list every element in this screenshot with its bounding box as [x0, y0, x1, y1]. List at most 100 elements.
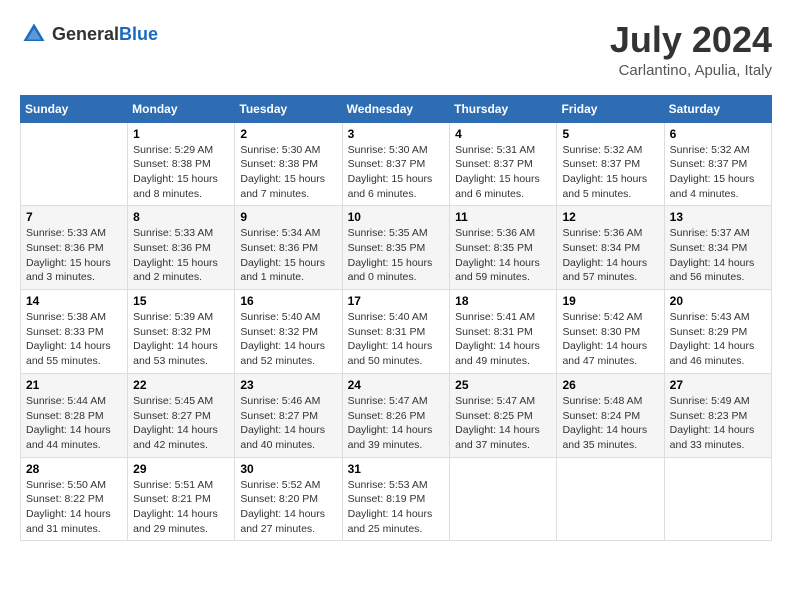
day-info: Sunrise: 5:30 AM Sunset: 8:37 PM Dayligh… — [348, 143, 445, 202]
day-info: Sunrise: 5:44 AM Sunset: 8:28 PM Dayligh… — [26, 394, 122, 453]
day-number: 22 — [133, 378, 229, 392]
calendar-cell: 25Sunrise: 5:47 AM Sunset: 8:25 PM Dayli… — [450, 373, 557, 457]
calendar-week-row: 7Sunrise: 5:33 AM Sunset: 8:36 PM Daylig… — [21, 206, 772, 290]
calendar-cell: 31 Sunrise: 5:53 AM Sunset: 8:19 PM Dayli… — [342, 457, 450, 541]
day-info: Sunrise: 5:46 AM Sunset: 8:27 PM Dayligh… — [240, 394, 336, 453]
calendar-week-row: 28Sunrise: 5:50 AM Sunset: 8:22 PM Dayli… — [21, 457, 772, 541]
calendar-cell — [450, 457, 557, 541]
calendar-cell: 20Sunrise: 5:43 AM Sunset: 8:29 PM Dayli… — [664, 290, 771, 374]
day-info: Sunrise: 5:53 AM Sunset: 8:19 PM Dayligh… — [348, 478, 445, 537]
day-info: Sunrise: 5:47 AM Sunset: 8:26 PM Dayligh… — [348, 394, 445, 453]
calendar-cell — [21, 122, 128, 206]
day-number: 12 — [562, 210, 658, 224]
calendar-week-row: 21 Sunrise: 5:44 AM Sunset: 8:28 PM Dayli… — [21, 373, 772, 457]
day-info: Sunrise: 5:35 AM Sunset: 8:35 PM Dayligh… — [348, 226, 445, 285]
day-number: 31 — [348, 462, 445, 476]
col-header-sunday: Sunday — [21, 95, 128, 122]
day-number: 19 — [562, 294, 658, 308]
day-number: 5 — [562, 127, 658, 141]
col-header-monday: Monday — [128, 95, 235, 122]
day-info: Sunrise: 5:32 AM Sunset: 8:37 PM Dayligh… — [562, 143, 658, 202]
calendar-cell: 12 Sunrise: 5:36 AM Sunset: 8:34 PM Dayli… — [557, 206, 664, 290]
day-number: 13 — [670, 210, 766, 224]
calendar-week-row: 14 Sunrise: 5:38 AM Sunset: 8:33 PM Dayli… — [21, 290, 772, 374]
day-number: 4 — [455, 127, 551, 141]
calendar-cell: 2 Sunrise: 5:30 AM Sunset: 8:38 PM Daylig… — [235, 122, 342, 206]
day-number: 24 — [348, 378, 445, 392]
calendar-cell: 8 Sunrise: 5:33 AM Sunset: 8:36 PM Daylig… — [128, 206, 235, 290]
calendar-cell: 14 Sunrise: 5:38 AM Sunset: 8:33 PM Dayli… — [21, 290, 128, 374]
day-info: Sunrise: 5:39 AM Sunset: 8:32 PM Dayligh… — [133, 310, 229, 369]
col-header-saturday: Saturday — [664, 95, 771, 122]
day-info: Sunrise: 5:51 AM Sunset: 8:21 PM Dayligh… — [133, 478, 229, 537]
day-number: 27 — [670, 378, 766, 392]
day-info: Sunrise: 5:41 AM Sunset: 8:31 PM Dayligh… — [455, 310, 551, 369]
calendar-cell: 6 Sunrise: 5:32 AM Sunset: 8:37 PM Daylig… — [664, 122, 771, 206]
calendar-cell: 19 Sunrise: 5:42 AM Sunset: 8:30 PM Dayli… — [557, 290, 664, 374]
day-info: Sunrise: 5:49 AM Sunset: 8:23 PM Dayligh… — [670, 394, 766, 453]
day-number: 9 — [240, 210, 336, 224]
day-info: Sunrise: 5:40 AM Sunset: 8:31 PM Dayligh… — [348, 310, 445, 369]
day-info: Sunrise: 5:38 AM Sunset: 8:33 PM Dayligh… — [26, 310, 122, 369]
calendar-cell: 15 Sunrise: 5:39 AM Sunset: 8:32 PM Dayli… — [128, 290, 235, 374]
day-number: 14 — [26, 294, 122, 308]
calendar-cell: 24 Sunrise: 5:47 AM Sunset: 8:26 PM Dayli… — [342, 373, 450, 457]
calendar-cell: 13 Sunrise: 5:37 AM Sunset: 8:34 PM Dayli… — [664, 206, 771, 290]
logo-text-general: General — [52, 24, 119, 44]
day-number: 30 — [240, 462, 336, 476]
day-number: 21 — [26, 378, 122, 392]
day-info: Sunrise: 5:36 AM Sunset: 8:34 PM Dayligh… — [562, 226, 658, 285]
day-info: Sunrise: 5:37 AM Sunset: 8:34 PM Dayligh… — [670, 226, 766, 285]
calendar-cell: 27 Sunrise: 5:49 AM Sunset: 8:23 PM Dayli… — [664, 373, 771, 457]
calendar-cell: 18 Sunrise: 5:41 AM Sunset: 8:31 PM Dayli… — [450, 290, 557, 374]
day-info: Sunrise: 5:45 AM Sunset: 8:27 PM Dayligh… — [133, 394, 229, 453]
day-number: 26 — [562, 378, 658, 392]
day-info: Sunrise: 5:29 AM Sunset: 8:38 PM Dayligh… — [133, 143, 229, 202]
col-header-tuesday: Tuesday — [235, 95, 342, 122]
calendar-cell: 5 Sunrise: 5:32 AM Sunset: 8:37 PM Daylig… — [557, 122, 664, 206]
day-info: Sunrise: 5:47 AM Sunset: 8:25 PM Dayligh… — [455, 394, 551, 453]
col-header-wednesday: Wednesday — [342, 95, 450, 122]
calendar-week-row: 1 Sunrise: 5:29 AM Sunset: 8:38 PM Daylig… — [21, 122, 772, 206]
calendar-cell: 28Sunrise: 5:50 AM Sunset: 8:22 PM Dayli… — [21, 457, 128, 541]
day-number: 8 — [133, 210, 229, 224]
month-year-title: July 2024 — [610, 20, 772, 60]
col-header-friday: Friday — [557, 95, 664, 122]
col-header-thursday: Thursday — [450, 95, 557, 122]
day-info: Sunrise: 5:36 AM Sunset: 8:35 PM Dayligh… — [455, 226, 551, 285]
day-number: 6 — [670, 127, 766, 141]
day-number: 18 — [455, 294, 551, 308]
day-info: Sunrise: 5:33 AM Sunset: 8:36 PM Dayligh… — [133, 226, 229, 285]
calendar-cell: 26Sunrise: 5:48 AM Sunset: 8:24 PM Dayli… — [557, 373, 664, 457]
day-info: Sunrise: 5:50 AM Sunset: 8:22 PM Dayligh… — [26, 478, 122, 537]
day-info: Sunrise: 5:42 AM Sunset: 8:30 PM Dayligh… — [562, 310, 658, 369]
calendar-cell: 29Sunrise: 5:51 AM Sunset: 8:21 PM Dayli… — [128, 457, 235, 541]
calendar-cell: 11 Sunrise: 5:36 AM Sunset: 8:35 PM Dayli… — [450, 206, 557, 290]
day-info: Sunrise: 5:30 AM Sunset: 8:38 PM Dayligh… — [240, 143, 336, 202]
day-number: 2 — [240, 127, 336, 141]
calendar-cell: 16Sunrise: 5:40 AM Sunset: 8:32 PM Dayli… — [235, 290, 342, 374]
calendar-cell: 3Sunrise: 5:30 AM Sunset: 8:37 PM Daylig… — [342, 122, 450, 206]
logo-text-blue: Blue — [119, 24, 158, 44]
day-number: 11 — [455, 210, 551, 224]
day-info: Sunrise: 5:40 AM Sunset: 8:32 PM Dayligh… — [240, 310, 336, 369]
calendar-cell: 21 Sunrise: 5:44 AM Sunset: 8:28 PM Dayli… — [21, 373, 128, 457]
day-number: 1 — [133, 127, 229, 141]
calendar-cell — [664, 457, 771, 541]
day-info: Sunrise: 5:52 AM Sunset: 8:20 PM Dayligh… — [240, 478, 336, 537]
title-block: July 2024 Carlantino, Apulia, Italy — [610, 20, 772, 79]
day-info: Sunrise: 5:34 AM Sunset: 8:36 PM Dayligh… — [240, 226, 336, 285]
calendar-cell: 9 Sunrise: 5:34 AM Sunset: 8:36 PM Daylig… — [235, 206, 342, 290]
day-number: 17 — [348, 294, 445, 308]
page-header: GeneralBlue July 2024 Carlantino, Apulia… — [20, 20, 772, 79]
day-info: Sunrise: 5:32 AM Sunset: 8:37 PM Dayligh… — [670, 143, 766, 202]
day-info: Sunrise: 5:31 AM Sunset: 8:37 PM Dayligh… — [455, 143, 551, 202]
calendar-cell: 30 Sunrise: 5:52 AM Sunset: 8:20 PM Dayli… — [235, 457, 342, 541]
day-info: Sunrise: 5:43 AM Sunset: 8:29 PM Dayligh… — [670, 310, 766, 369]
calendar-cell: 10Sunrise: 5:35 AM Sunset: 8:35 PM Dayli… — [342, 206, 450, 290]
calendar-header-row: SundayMondayTuesdayWednesdayThursdayFrid… — [21, 95, 772, 122]
calendar-cell: 7Sunrise: 5:33 AM Sunset: 8:36 PM Daylig… — [21, 206, 128, 290]
day-number: 23 — [240, 378, 336, 392]
day-number: 15 — [133, 294, 229, 308]
calendar-cell: 4 Sunrise: 5:31 AM Sunset: 8:37 PM Daylig… — [450, 122, 557, 206]
